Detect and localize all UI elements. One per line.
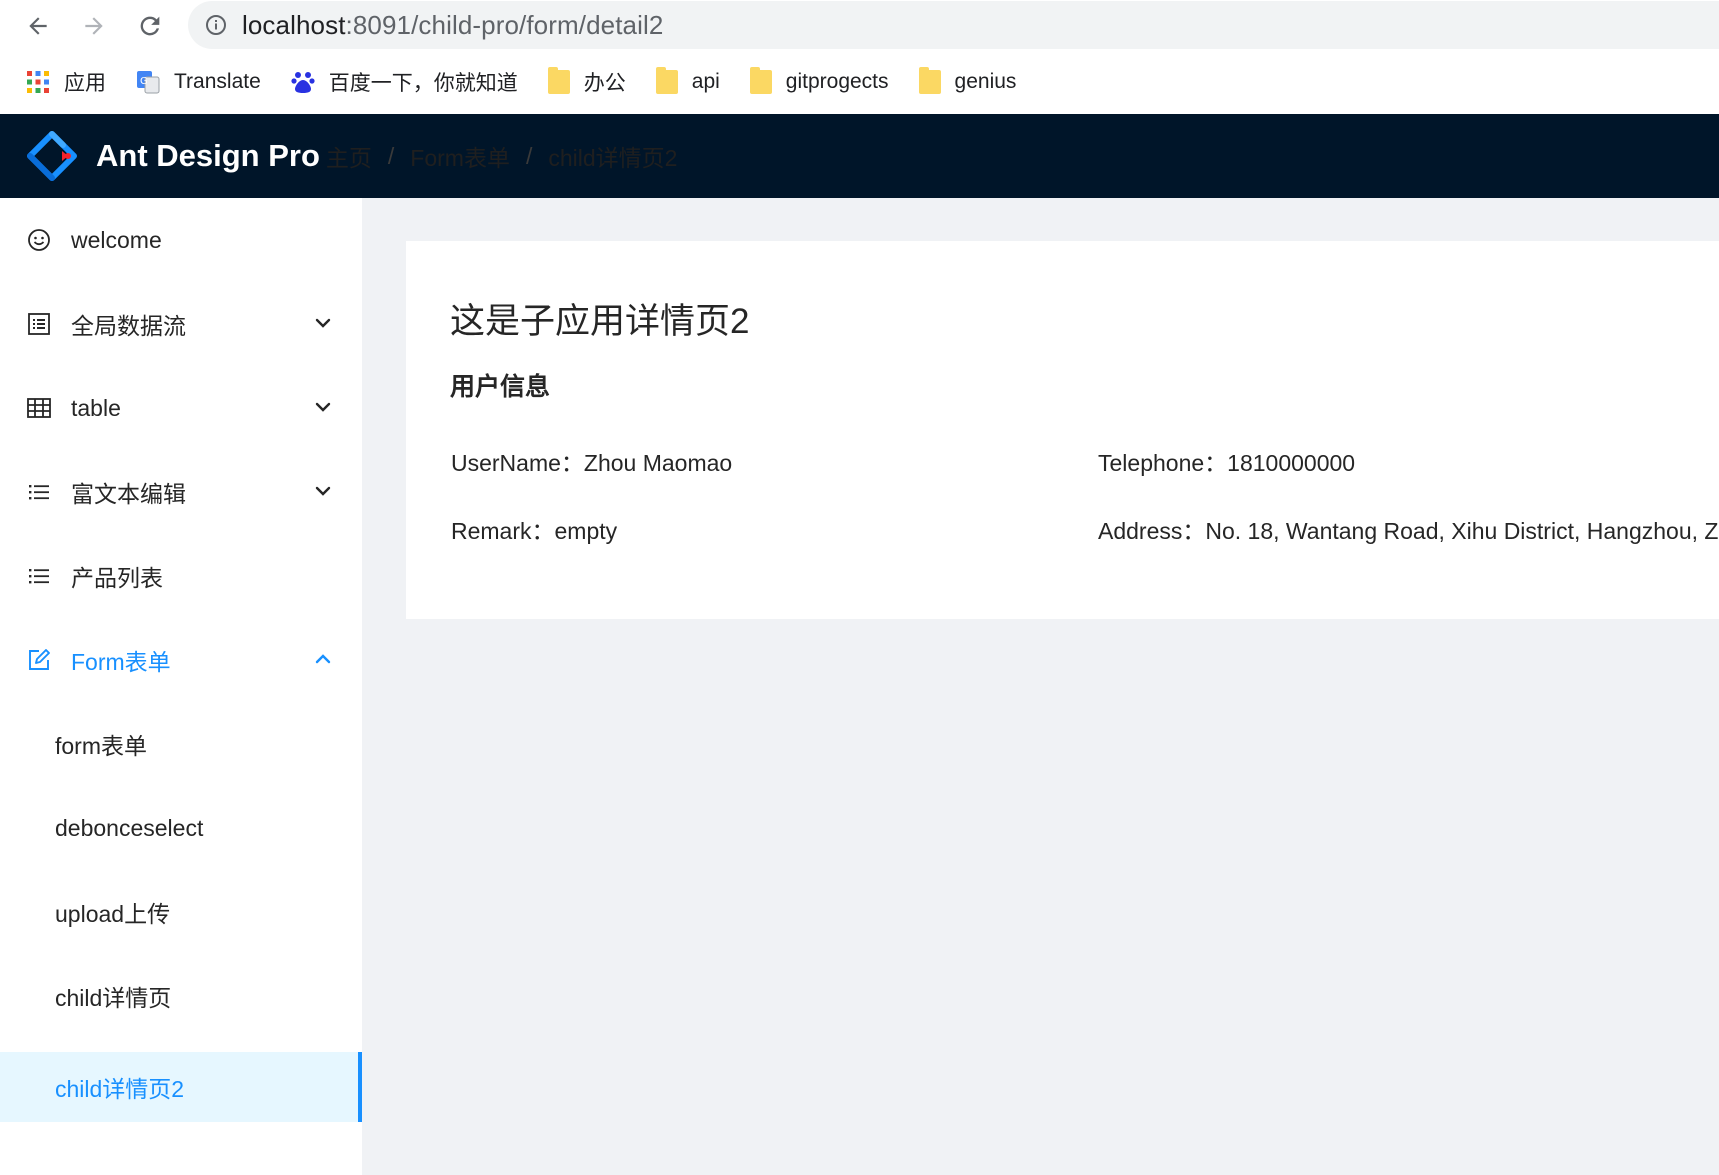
- breadcrumb-current: child详情页2: [548, 145, 678, 171]
- sidebar-subitem-label: form表单: [55, 733, 147, 759]
- sidebar-item-welcome[interactable]: welcome: [0, 198, 362, 282]
- sidebar-item-label: Form表单: [71, 649, 171, 675]
- bookmark-label: gitprogects: [785, 70, 889, 93]
- field-remark: Remark：empty: [451, 518, 618, 544]
- reload-icon: [140, 16, 160, 36]
- sidebar-subitem-upload[interactable]: upload上传: [0, 870, 362, 954]
- folder-icon: [918, 67, 941, 94]
- table-icon: [27, 396, 51, 420]
- folder-icon: [655, 67, 678, 94]
- app-header: Ant Design Pro 主页 / Form表单 / child详情页2: [0, 114, 1719, 198]
- folder-icon: [547, 67, 570, 94]
- reload-button[interactable]: [130, 6, 170, 46]
- address-bar[interactable]: localhost:8091/child-pro/form/detail2: [188, 1, 1719, 49]
- sidebar-item-label: table: [71, 394, 121, 421]
- sidebar-item-label: 全局数据流: [71, 313, 186, 339]
- back-button[interactable]: [18, 6, 58, 46]
- sidebar-subitem-label: upload上传: [55, 901, 171, 927]
- browser-chrome: localhost:8091/child-pro/form/detail2 应用…: [0, 0, 1719, 114]
- sidebar-item-product-list[interactable]: 产品列表: [0, 534, 362, 618]
- bookmark-label: genius: [954, 70, 1017, 93]
- field-username: UserName：Zhou Maomao: [451, 450, 733, 476]
- chevron-down-icon: [315, 486, 331, 496]
- sidebar-subitem-label: child详情页2: [55, 1076, 185, 1102]
- google-translate-icon: G: [137, 71, 160, 94]
- folder-icon: [749, 67, 772, 94]
- sidebar-item-label: 产品列表: [71, 565, 163, 591]
- sidebar-item-label: welcome: [71, 226, 162, 253]
- bookmark-label: 应用: [64, 72, 106, 95]
- chevron-down-icon: [315, 318, 331, 328]
- breadcrumb-separator: /: [387, 142, 395, 169]
- sidebar-subitem-child-detail2[interactable]: child详情页2: [0, 1052, 362, 1122]
- bookmark-folder-genius[interactable]: genius: [918, 62, 1017, 102]
- chevron-up-icon: [315, 654, 331, 664]
- profile-icon: [27, 312, 51, 336]
- bookmark-label: 办公: [583, 72, 626, 95]
- bookmarks-bar: 应用 G Translate 百度一下，你就知道 办公 api gitproge…: [0, 62, 1719, 102]
- forward-button[interactable]: [74, 6, 114, 46]
- bookmark-translate[interactable]: G Translate: [136, 62, 261, 102]
- field-address: Address：No. 18, Wantang Road, Xihu Distr…: [1098, 518, 1719, 544]
- ant-design-logo-icon[interactable]: [26, 130, 78, 182]
- list-icon: [27, 480, 51, 504]
- info-icon: [206, 15, 226, 35]
- sidebar-subitem-child-detail[interactable]: child详情页: [0, 954, 362, 1038]
- url-host: localhost: [242, 9, 346, 40]
- bookmark-folder-gitprogects[interactable]: gitprogects: [749, 62, 889, 102]
- breadcrumb-form[interactable]: Form表单: [410, 139, 510, 173]
- detail-card: 这是子应用详情页2 用户信息 UserName：Zhou Maomao Tele…: [406, 241, 1719, 619]
- arrow-right-icon: [85, 17, 103, 35]
- breadcrumb-home[interactable]: 主页: [326, 139, 372, 173]
- bookmark-label: Translate: [174, 70, 261, 93]
- list-icon: [27, 564, 51, 588]
- sidebar-subitem-label: child详情页: [55, 985, 172, 1011]
- app-title[interactable]: Ant Design Pro: [96, 138, 320, 174]
- chevron-down-icon: [315, 402, 331, 412]
- baidu-paw-icon: [291, 72, 315, 93]
- bookmark-label: api: [691, 70, 720, 93]
- bookmark-folder-api[interactable]: api: [655, 62, 720, 102]
- sidebar-item-form[interactable]: Form表单: [0, 618, 362, 702]
- edit-icon: [27, 648, 51, 672]
- bookmark-apps[interactable]: 应用: [26, 62, 106, 102]
- url-text: localhost:8091/child-pro/form/detail2: [242, 10, 663, 41]
- page-title: 这是子应用详情页2: [450, 302, 750, 341]
- field-telephone: Telephone：1810000000: [1098, 450, 1356, 476]
- breadcrumb-separator: /: [525, 142, 533, 169]
- sidebar-item-rich-text[interactable]: 富文本编辑: [0, 450, 362, 534]
- sidebar-subitem-form[interactable]: form表单: [0, 702, 362, 786]
- sidebar-menu: welcome 全局数据流 table 富文本编辑 产品列表 Form表单 fo: [0, 198, 362, 1175]
- url-path: :8091/child-pro/form/detail2: [345, 9, 664, 40]
- sidebar-item-global-dataflow[interactable]: 全局数据流: [0, 282, 362, 366]
- bookmark-folder-office[interactable]: 办公: [547, 62, 626, 102]
- arrow-left-icon: [29, 17, 47, 35]
- bookmark-baidu[interactable]: 百度一下，你就知道: [291, 62, 518, 102]
- sidebar-item-table[interactable]: table: [0, 366, 362, 450]
- sidebar-item-label: 富文本编辑: [71, 481, 186, 507]
- section-title: 用户信息: [450, 373, 551, 401]
- svg-text:G: G: [140, 76, 148, 87]
- apps-grid-icon: [27, 71, 49, 93]
- sidebar-subitem-label: debonceselect: [55, 814, 204, 841]
- sidebar-subitem-debonceselect[interactable]: debonceselect: [0, 786, 362, 870]
- smile-icon: [27, 228, 51, 252]
- breadcrumb: 主页 / Form表单 / child详情页2: [326, 139, 678, 173]
- bookmark-label: 百度一下，你就知道: [328, 72, 518, 95]
